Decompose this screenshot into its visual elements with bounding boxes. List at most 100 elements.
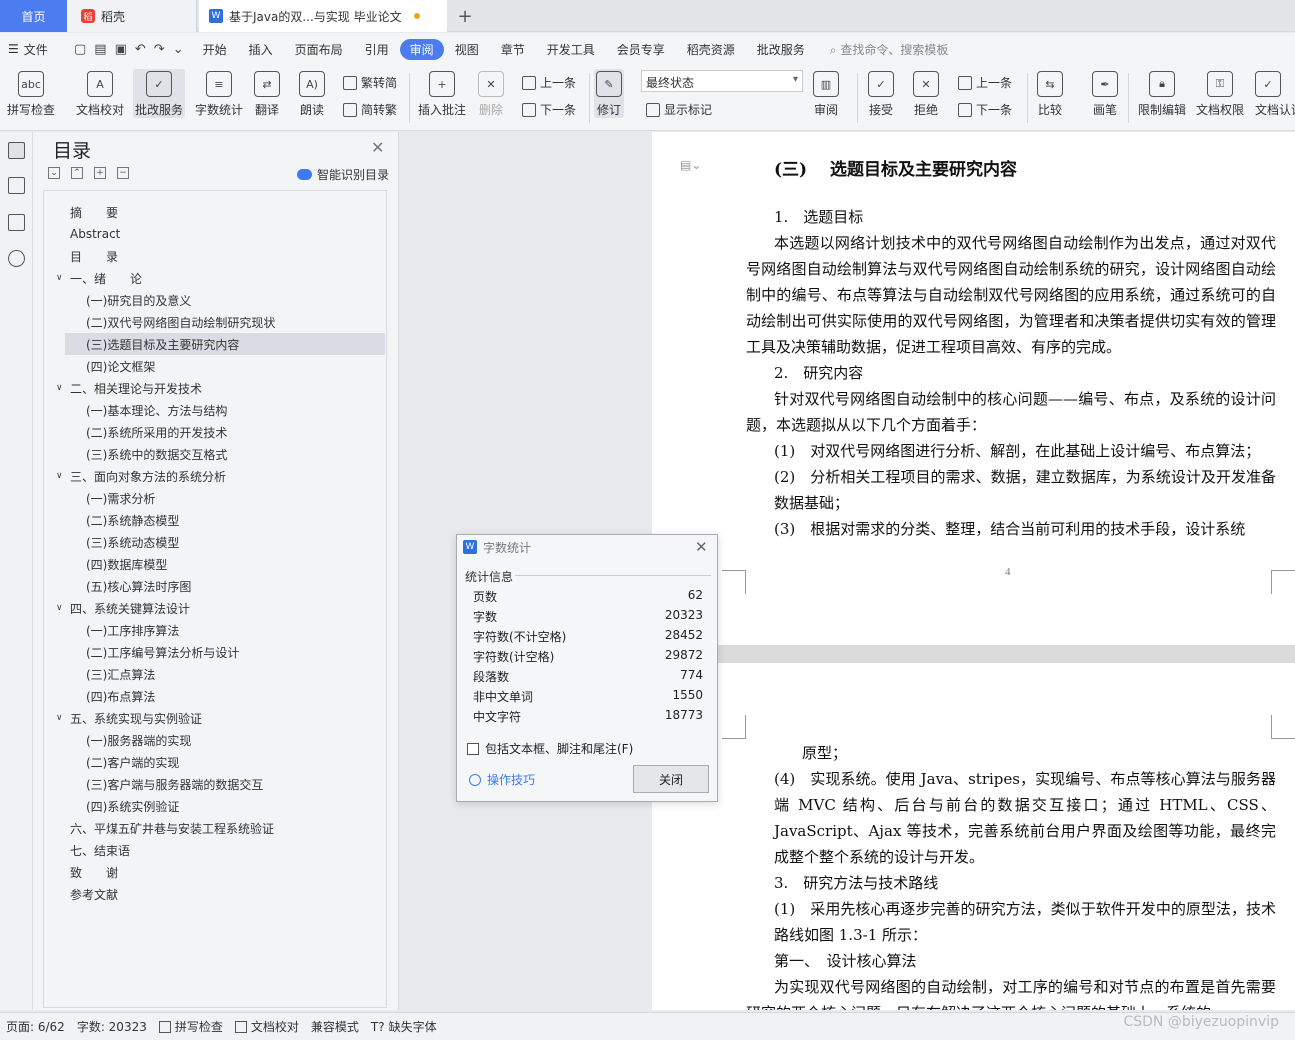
toc-item[interactable]: (三)客户端与服务器端的数据交互 xyxy=(44,773,263,795)
toc-item[interactable]: ∨ 一、绪 论 xyxy=(44,267,142,289)
doc-cert-button[interactable]: ✓ 文档认证 xyxy=(1255,69,1295,118)
add-level-icon[interactable]: + xyxy=(94,167,106,179)
toc-item[interactable]: 六、平煤五矿井巷与安装工程系统验证 xyxy=(44,817,274,839)
menu-tab-review-service[interactable]: 批改服务 xyxy=(746,38,816,61)
simp-to-trad-button[interactable]: 简转繁 xyxy=(343,101,397,118)
undo-icon[interactable]: ↶ xyxy=(135,42,146,57)
toc-item[interactable]: ∨ 三、面向对象方法的系统分析 xyxy=(44,465,226,487)
markup-state-select[interactable]: 最终状态 xyxy=(641,70,803,92)
prev-comment-button[interactable]: 上一条 xyxy=(522,74,576,91)
toc-item[interactable]: (二)客户端的实现 xyxy=(44,751,179,773)
insert-comment-button[interactable]: + 插入批注 xyxy=(418,69,466,118)
collapse-all-icon[interactable]: ⌄ xyxy=(48,167,60,179)
file-menu[interactable]: ☰ 文件 xyxy=(0,41,66,58)
show-marks-button[interactable]: 显示标记 xyxy=(646,101,712,118)
toc-item[interactable]: (一)需求分析 xyxy=(44,487,155,509)
dialog-titlebar[interactable]: W 字数统计 xyxy=(457,535,717,559)
tips-link[interactable]: 操作技巧 xyxy=(469,771,535,788)
review-service-button[interactable]: ✓ 批改服务 xyxy=(133,69,186,118)
doc-check-button[interactable]: A 文档校对 xyxy=(76,69,124,118)
menu-tab-member[interactable]: 会员专享 xyxy=(606,38,676,61)
toc-item[interactable]: (三)系统动态模型 xyxy=(44,531,179,553)
chevron-down-icon[interactable]: ∨ xyxy=(56,383,63,393)
spell-check-button[interactable]: abc 拼写检查 xyxy=(7,69,55,118)
command-search[interactable]: ⌕ 查找命令、搜索模板 xyxy=(830,41,949,58)
toc-item[interactable]: Abstract xyxy=(44,223,120,245)
toc-item[interactable]: (一)基本理论、方法与结构 xyxy=(44,399,227,421)
toc-item[interactable]: 摘 要 xyxy=(44,201,118,223)
doc-permission-button[interactable]: ⚿ 文档权限 xyxy=(1196,69,1244,118)
track-changes-button[interactable]: ✎ 修订 xyxy=(594,69,624,118)
toc-item[interactable]: (四)论文框架 xyxy=(44,355,155,377)
smart-toc-button[interactable]: 智能识别目录 xyxy=(297,166,389,183)
toc-item[interactable]: (三)选题目标及主要研究内容 xyxy=(65,333,385,355)
missing-font[interactable]: T? 缺失字体 xyxy=(365,1018,443,1035)
toc-item[interactable]: (四)数据库模型 xyxy=(44,553,167,575)
menu-tab-review[interactable]: 审阅 xyxy=(399,38,444,60)
spell-check-toggle[interactable]: 拼写检查 xyxy=(153,1018,229,1035)
include-footnotes-checkbox[interactable]: 包括文本框、脚注和尾注(F) xyxy=(467,740,633,757)
toc-item[interactable]: (五)核心算法时序图 xyxy=(44,575,191,597)
toc-item[interactable]: (一)工序排序算法 xyxy=(44,619,179,641)
toc-item[interactable]: (四)布点算法 xyxy=(44,685,155,707)
search-icon[interactable] xyxy=(8,250,25,267)
tab-home[interactable]: 首页 xyxy=(0,0,67,32)
menu-tab-devtools[interactable]: 开发工具 xyxy=(536,38,606,61)
page-nav-icon[interactable]: ▤⌄ xyxy=(680,158,701,172)
toc-item[interactable]: 致 谢 xyxy=(44,861,118,883)
preview-icon[interactable]: ▣ xyxy=(115,42,127,57)
expand-icon[interactable]: ⌃ xyxy=(71,167,83,179)
tab-daoke[interactable]: 稻稻壳 xyxy=(67,0,197,32)
toc-item[interactable]: (四)系统实例验证 xyxy=(44,795,179,817)
review-pane-button[interactable]: ▥ 审阅 xyxy=(813,69,839,118)
bookmark-icon[interactable] xyxy=(8,214,25,231)
pen-button[interactable]: ✒ 画笔 xyxy=(1092,69,1118,118)
toc-item[interactable]: ∨ 四、系统关键算法设计 xyxy=(44,597,190,619)
toc-item[interactable]: (二)双代号网络图自动绘制研究现状 xyxy=(44,311,275,333)
chevron-down-icon[interactable]: ∨ xyxy=(56,603,63,613)
save-icon[interactable]: ▢ xyxy=(74,42,86,57)
toc-item[interactable]: 参考文献 xyxy=(44,883,118,905)
compare-button[interactable]: ⇆ 比较 xyxy=(1037,69,1063,118)
close-button[interactable]: 关闭 xyxy=(633,765,709,793)
doc-check-toggle[interactable]: 文档校对 xyxy=(229,1018,305,1035)
tab-document[interactable]: W 基于Java的双...与实现 毕业论文 xyxy=(199,0,447,32)
chevron-down-icon[interactable]: ∨ xyxy=(56,471,63,481)
close-icon[interactable]: ✕ xyxy=(371,138,384,157)
restrict-edit-button[interactable]: 🔒︎ 限制编辑 xyxy=(1138,69,1186,118)
toc-item[interactable]: (三)系统中的数据交互格式 xyxy=(44,443,227,465)
menu-tab-view[interactable]: 视图 xyxy=(444,38,490,61)
menu-tab-insert[interactable]: 插入 xyxy=(238,38,284,61)
reject-button[interactable]: ✕ 拒绝 xyxy=(913,69,939,118)
close-icon[interactable]: ✕ xyxy=(695,538,708,556)
chevron-down-icon[interactable]: ∨ xyxy=(56,713,63,723)
menu-tab-chapter[interactable]: 章节 xyxy=(490,38,536,61)
remove-level-icon[interactable]: − xyxy=(117,167,129,179)
menu-tab-references[interactable]: 引用 xyxy=(354,38,400,61)
print-icon[interactable]: ▤ xyxy=(94,42,106,57)
toc-item[interactable]: (二)工序编号算法分析与设计 xyxy=(44,641,239,663)
more-icon[interactable]: ⌄ xyxy=(173,42,184,57)
toc-item[interactable]: ∨ 五、系统实现与实例验证 xyxy=(44,707,202,729)
next-change-button[interactable]: 下一条 xyxy=(958,101,1012,118)
menu-tab-daoke-res[interactable]: 稻壳资源 xyxy=(676,38,746,61)
toc-item[interactable]: (二)系统所采用的开发技术 xyxy=(44,421,227,443)
toc-item[interactable]: (一)服务器端的实现 xyxy=(44,729,191,751)
word-count-button[interactable]: ≡ 字数统计 xyxy=(195,69,243,118)
chevron-down-icon[interactable]: ∨ xyxy=(56,273,63,283)
word-count-indicator[interactable]: 字数: 20323 xyxy=(71,1018,153,1035)
accept-button[interactable]: ✓ 接受 xyxy=(868,69,894,118)
toc-item[interactable]: 七、结束语 xyxy=(44,839,130,861)
menu-tab-start[interactable]: 开始 xyxy=(192,38,238,61)
menu-tab-layout[interactable]: 页面布局 xyxy=(284,38,354,61)
trad-to-simp-button[interactable]: 繁转简 xyxy=(343,74,397,91)
redo-icon[interactable]: ↷ xyxy=(154,42,165,57)
prev-change-button[interactable]: 上一条 xyxy=(958,74,1012,91)
toc-item[interactable]: 目 录 xyxy=(44,245,118,267)
page-indicator[interactable]: 页面: 6/62 xyxy=(0,1018,71,1035)
new-tab-icon[interactable]: + xyxy=(453,0,477,32)
chapter-icon[interactable] xyxy=(8,177,25,194)
delete-comment-button[interactable]: ✕ 删除 xyxy=(478,69,504,118)
next-comment-button[interactable]: 下一条 xyxy=(522,101,576,118)
translate-button[interactable]: ⇄ 翻译 xyxy=(254,69,280,118)
